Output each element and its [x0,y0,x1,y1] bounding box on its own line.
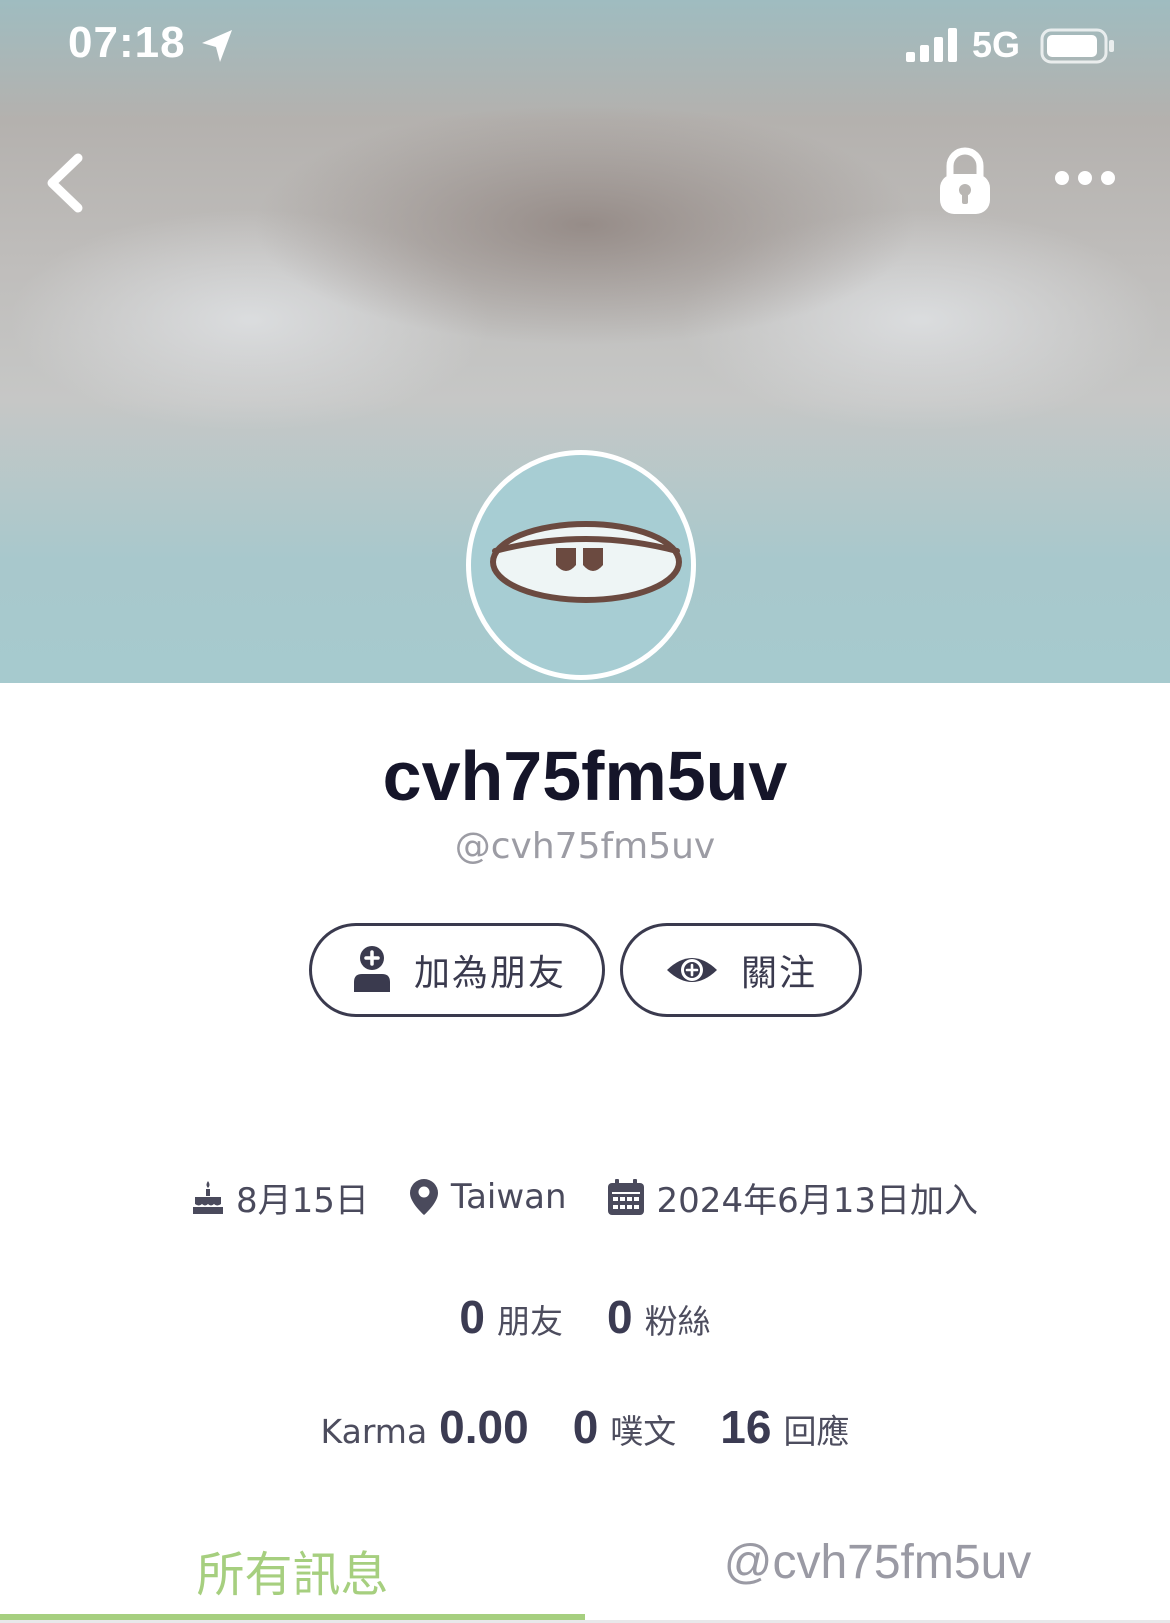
friends-stat[interactable]: 0 朋友 [459,1290,563,1344]
network-label: 5G [972,24,1021,65]
birthday-text: 8月15日 [236,1180,369,1221]
activity-stats: Karma 0.00 0 噗文 16 回應 [0,1400,1170,1454]
karma-stat: Karma 0.00 [321,1400,529,1454]
profile-meta: 8月15日 Taiwan 2024年6月13日加入 [0,1172,1170,1222]
follow-button[interactable]: 關注 [620,923,862,1017]
status-time: 07:18 [68,18,186,67]
display-name: cvh75fm5uv [382,737,788,815]
tab-all-messages[interactable]: 所有訊息 [0,1535,585,1615]
fans-label: 粉絲 [644,1302,711,1341]
joined-text: 2024年6月13日加入 [656,1180,978,1221]
karma-value: 0.00 [439,1401,529,1453]
fans-count: 0 [607,1291,633,1343]
map-pin-icon [409,1179,438,1215]
location-arrow-icon [202,30,232,62]
add-user-icon [354,946,390,992]
battery-icon [1040,28,1114,64]
responses-stat: 16 回應 [720,1400,849,1454]
follow-label: 關注 [741,953,818,994]
friends-count: 0 [459,1291,485,1343]
joined-item: 2024年6月13日加入 [607,1173,978,1222]
friends-label: 朋友 [497,1302,563,1341]
sleepy-eye-icon [490,521,682,603]
location-text: Taiwan [450,1177,567,1217]
eye-icon [667,958,717,982]
calendar-icon [607,1179,644,1215]
lock-icon[interactable] [936,146,994,216]
tab-mentions[interactable]: @cvh75fm5uv [585,1535,1170,1615]
fans-stat[interactable]: 0 粉絲 [607,1290,711,1344]
plurks-count: 0 [572,1401,599,1453]
karma-label: Karma [320,1412,428,1451]
birthday-item: 8月15日 [192,1173,369,1222]
social-stats: 0 朋友 0 粉絲 [0,1290,1170,1344]
user-handle: @cvh75fm5uv [454,826,716,867]
add-friend-button[interactable]: 加為朋友 [309,923,605,1017]
signal-icon [906,28,957,62]
cake-icon [193,1181,224,1214]
plurks-label: 噗文 [610,1412,677,1451]
add-friend-label: 加為朋友 [414,953,567,994]
avatar [466,450,696,680]
location-item: Taiwan [409,1177,567,1217]
responses-count: 16 [720,1401,772,1453]
more-dots-icon[interactable] [1052,160,1118,196]
back-icon[interactable] [40,150,92,216]
responses-label: 回應 [783,1412,850,1451]
plurks-stat: 0 噗文 [573,1400,677,1454]
status-bar: 07:18 5G [0,0,1170,90]
